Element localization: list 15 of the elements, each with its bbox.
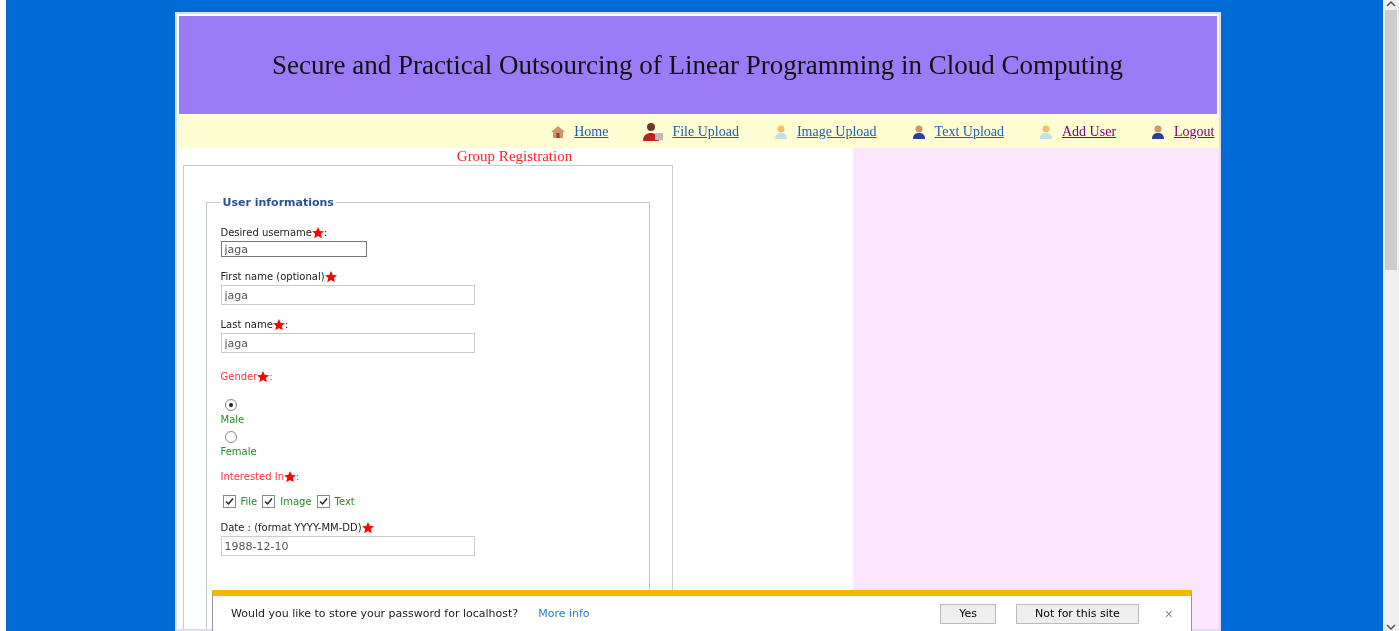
- field-label: Last name :: [220, 319, 290, 331]
- field-label: First name (optional): [220, 271, 635, 283]
- prompt-message: Would you like to store your password for localhost?: [231, 607, 519, 620]
- radio-label: Male: [220, 414, 246, 425]
- field-label: Desired username :: [220, 227, 329, 239]
- form-heading: Group Registration: [456, 148, 573, 165]
- checkbox-label: Text: [334, 496, 355, 507]
- radio-label: Female: [220, 446, 258, 457]
- checkbox-label: File: [240, 496, 258, 507]
- field-label: Interested In :: [220, 471, 301, 483]
- page-title: Secure and Practical Outsourcing of Linear Programming in Cloud Computing: [271, 49, 1124, 81]
- field-label: Gender :: [220, 371, 274, 383]
- checkbox-label: Image: [280, 496, 312, 507]
- fieldset-legend: User informations: [220, 196, 336, 209]
- field-label: Date : (format YYYY-MM-DD): [220, 522, 635, 534]
